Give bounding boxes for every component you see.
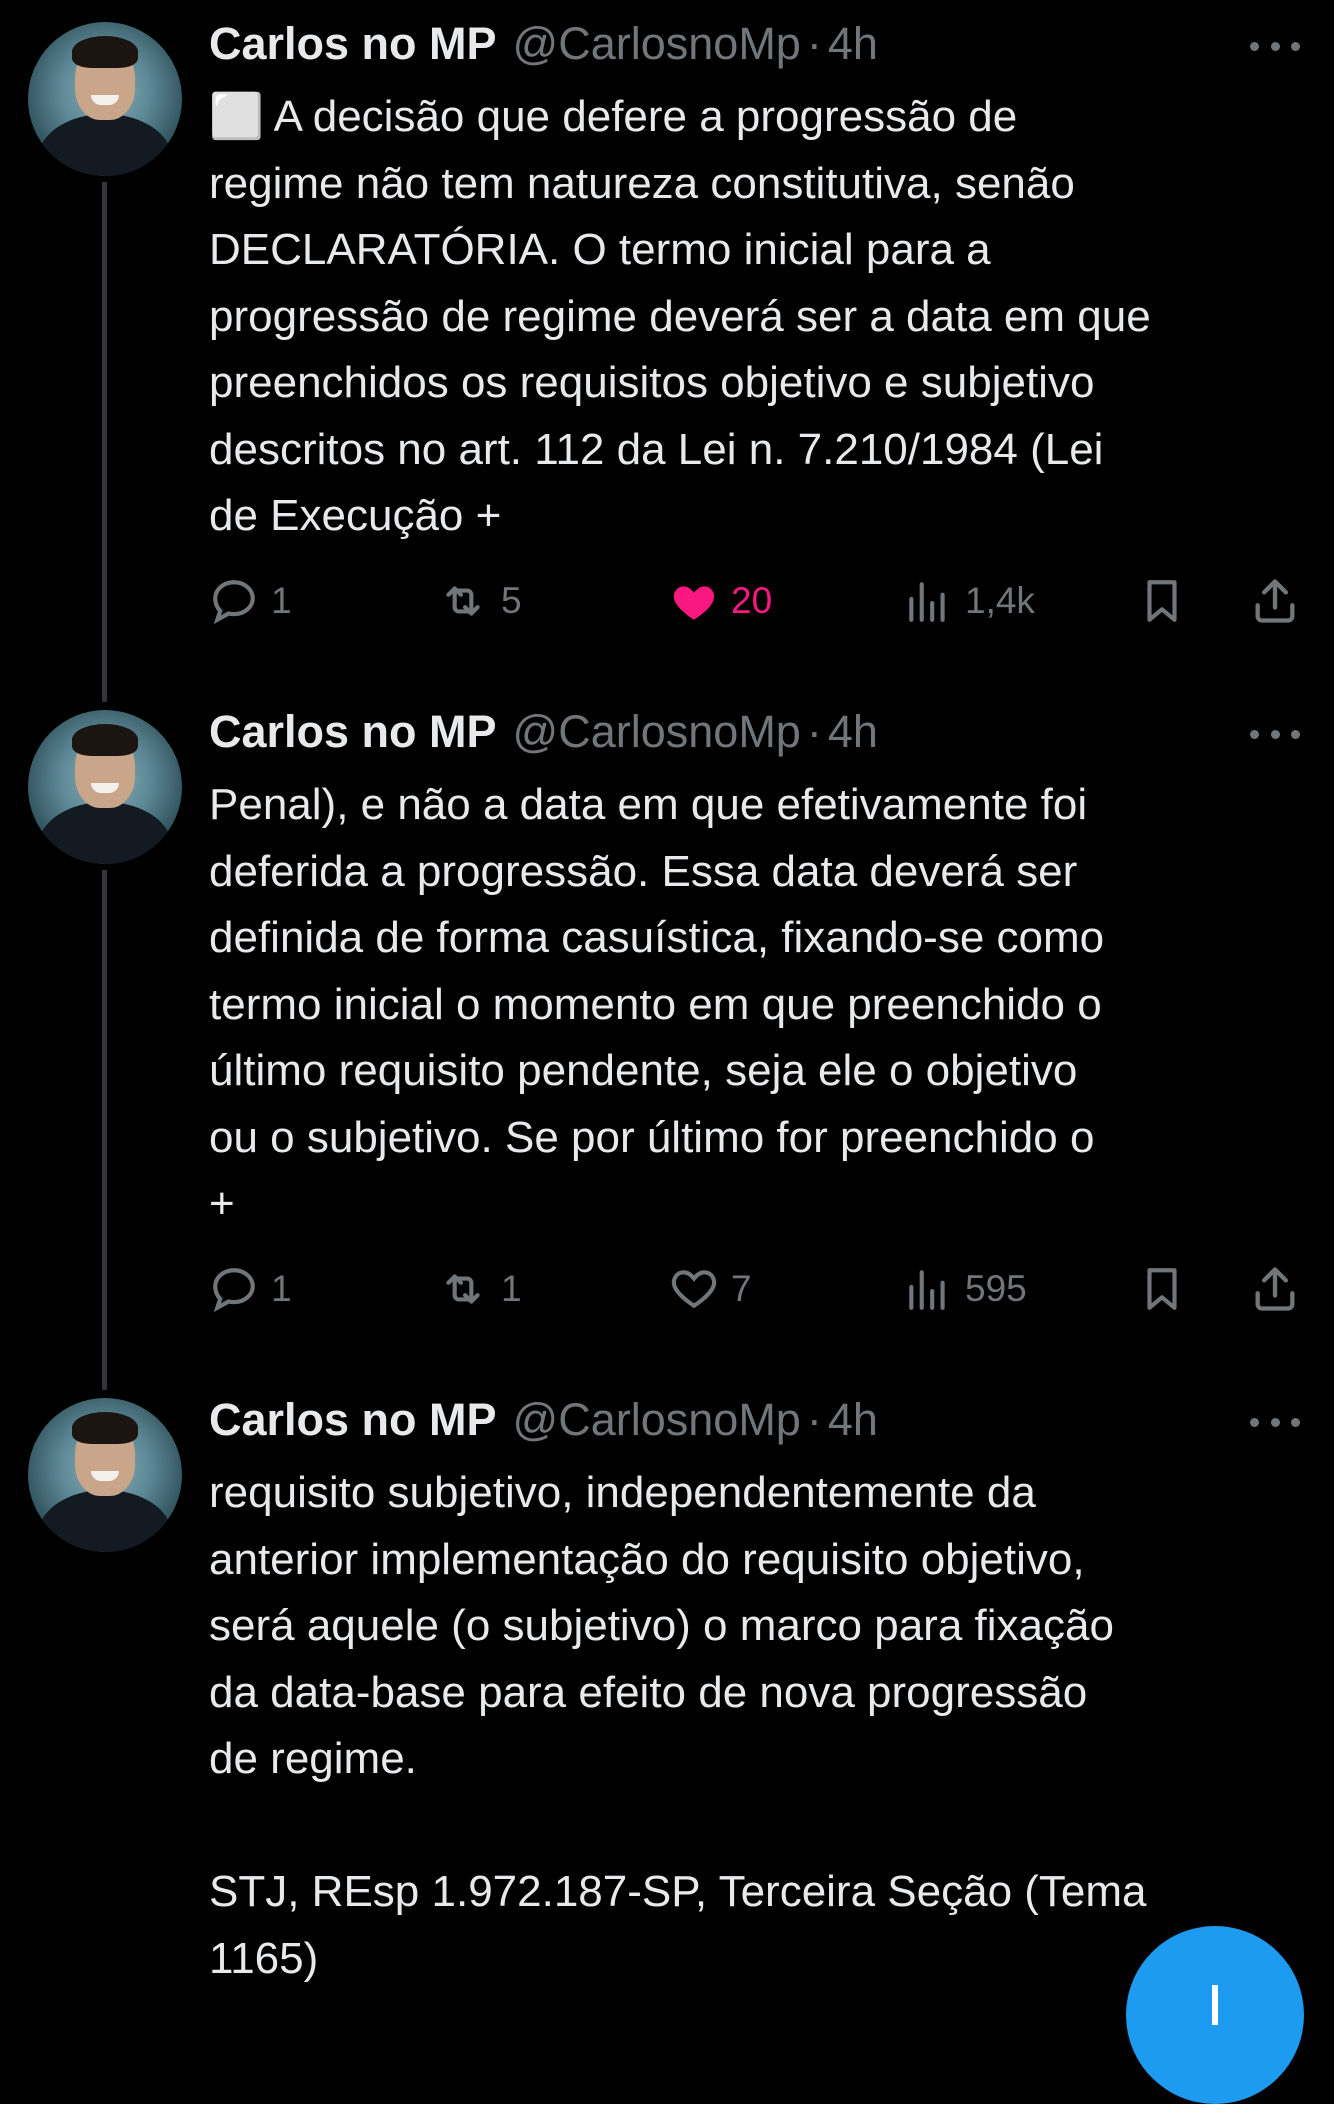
repost-count: 5 (501, 580, 522, 621)
tweet-text: Penal), e não a data em que efetivamente… (209, 780, 1105, 1228)
tweet-text: requisito subjetivo, independentemente d… (209, 1468, 1147, 1983)
tweet-header: Carlos no MP @CarlosnoMp · 4h (209, 1392, 878, 1448)
views-count: 1,4k (965, 580, 1035, 621)
repost-button[interactable]: 5 (437, 573, 522, 629)
reply-icon (213, 1268, 255, 1313)
bookmark-icon (1147, 580, 1177, 622)
like-icon (671, 1270, 717, 1309)
timestamp[interactable]: 4h (828, 1394, 878, 1446)
handle[interactable]: @CarlosnoMp (513, 1394, 801, 1446)
views-icon (909, 582, 945, 622)
like-button[interactable]: 7 (669, 1261, 752, 1317)
tweet-header: Carlos no MP @CarlosnoMp · 4h (209, 704, 878, 760)
display-name[interactable]: Carlos no MP (209, 1394, 497, 1446)
repost-button[interactable]: 1 (437, 1261, 522, 1317)
bookmark-button[interactable] (1137, 573, 1187, 629)
more-icon[interactable] (1250, 1402, 1300, 1442)
tweet-header: Carlos no MP @CarlosnoMp · 4h (209, 16, 878, 72)
timestamp[interactable]: 4h (828, 18, 878, 70)
repost-icon (446, 1274, 480, 1304)
separator-dot: · (806, 706, 822, 757)
reply-count: 1 (271, 580, 292, 621)
reply-button[interactable]: 1 (209, 1261, 292, 1317)
tweet-text: ⬜ A decisão que defere a progressão de r… (209, 92, 1151, 540)
repost-icon (446, 586, 480, 616)
separator-dot: · (806, 1394, 822, 1445)
tweet[interactable]: Carlos no MP @CarlosnoMp · 4h requisito … (0, 1376, 1334, 2007)
share-icon (1255, 1267, 1295, 1311)
more-icon[interactable] (1250, 26, 1300, 66)
repost-count: 1 (501, 1268, 522, 1309)
like-icon (673, 586, 715, 620)
display-name[interactable]: Carlos no MP (209, 706, 497, 758)
avatar[interactable] (28, 710, 182, 864)
avatar[interactable] (28, 22, 182, 176)
handle[interactable]: @CarlosnoMp (513, 706, 801, 758)
reply-button[interactable]: 1 (209, 573, 292, 629)
avatar[interactable] (28, 1398, 182, 1552)
views-button[interactable]: 1,4k (903, 573, 1035, 629)
views-count: 595 (965, 1268, 1027, 1309)
tweet-actions: 1 1 7 595 (209, 1261, 1309, 1317)
like-button[interactable]: 20 (669, 573, 772, 629)
tweet[interactable]: Carlos no MP @CarlosnoMp · 4h ⬜ A decisã… (0, 0, 1334, 680)
bookmark-button[interactable] (1137, 1261, 1187, 1317)
reply-icon (213, 580, 255, 625)
views-button[interactable]: 595 (903, 1261, 1027, 1317)
timestamp[interactable]: 4h (828, 706, 878, 758)
share-icon (1255, 579, 1295, 623)
display-name[interactable]: Carlos no MP (209, 18, 497, 70)
compose-icon (1212, 1985, 1218, 2025)
bookmark-icon (1147, 1268, 1177, 1310)
share-button[interactable] (1249, 573, 1301, 629)
views-icon (909, 1270, 945, 1310)
like-count: 7 (731, 1268, 752, 1309)
handle[interactable]: @CarlosnoMp (513, 18, 801, 70)
tweet-actions: 1 5 20 1,4k (209, 573, 1309, 629)
reply-count: 1 (271, 1268, 292, 1309)
more-icon[interactable] (1250, 714, 1300, 754)
separator-dot: · (806, 18, 822, 69)
tweet[interactable]: Carlos no MP @CarlosnoMp · 4h Penal), e … (0, 688, 1334, 1368)
like-count: 20 (731, 580, 773, 621)
share-button[interactable] (1249, 1261, 1301, 1317)
